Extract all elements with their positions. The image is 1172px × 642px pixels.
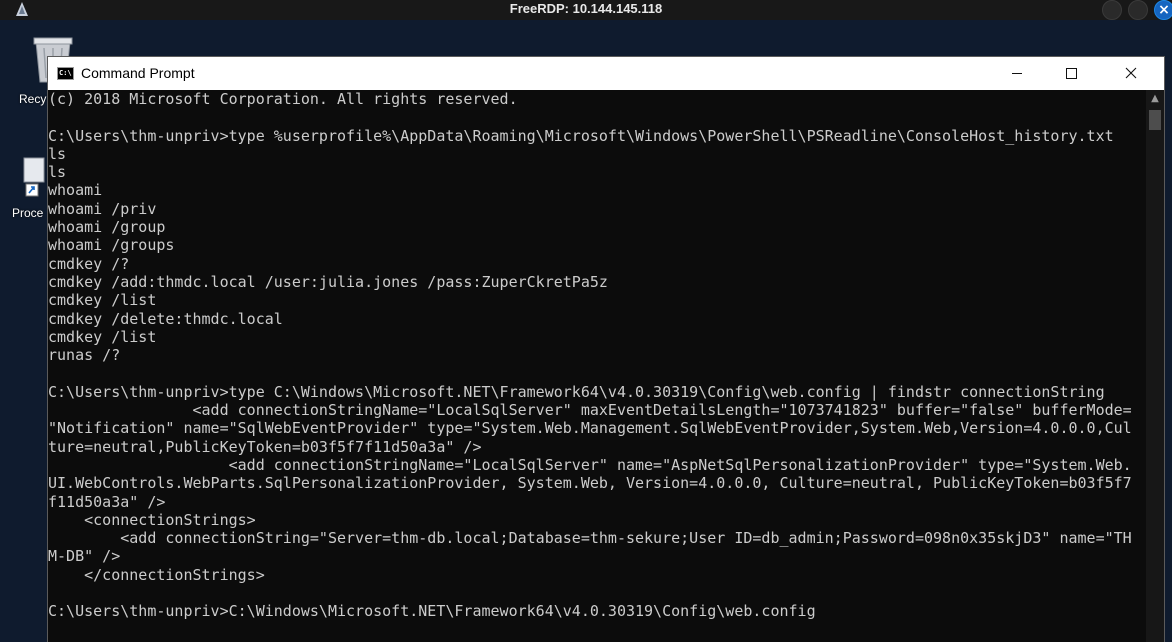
console-line: cmdkey /add:thmdc.local /user:julia.jone… xyxy=(48,272,608,291)
console-line: </connectionStrings> xyxy=(48,565,265,584)
console-line: cmdkey /list xyxy=(48,327,157,346)
minimize-button[interactable] xyxy=(994,57,1040,90)
minimize-icon xyxy=(1012,73,1022,74)
console-line: C:\Users\thm-unpriv>C:\Windows\Microsoft… xyxy=(48,602,816,621)
console-line: <add connectionStringName="LocalSqlServe… xyxy=(48,455,1132,474)
console-line: C:\Users\thm-unpriv>type %userprofile%\A… xyxy=(48,126,1114,145)
close-icon xyxy=(1125,67,1137,79)
rdp-minimize-button[interactable] xyxy=(1102,0,1122,20)
console-line: ls xyxy=(48,163,67,182)
window-titlebar[interactable]: C:\ Command Prompt xyxy=(48,57,1164,90)
rdp-maximize-button[interactable] xyxy=(1128,0,1148,20)
console-line: whoami /priv xyxy=(48,199,157,218)
cmd-app-icon: C:\ xyxy=(57,67,74,80)
console-line: cmdkey /delete:thmdc.local xyxy=(48,309,283,328)
console-line: cmdkey /? xyxy=(48,254,130,273)
rdp-title: FreeRDP: 10.144.145.118 xyxy=(509,1,663,16)
console-line: ls xyxy=(48,144,67,163)
console-line: (c) 2018 Microsoft Corporation. All righ… xyxy=(48,90,518,108)
console-line: whoami xyxy=(48,181,103,200)
shortcut-label: Proce xyxy=(12,206,44,220)
maximize-icon xyxy=(1066,68,1077,79)
console-line: <add connectionString="Server=thm-db.loc… xyxy=(48,529,1132,548)
command-prompt-window[interactable]: C:\ Command Prompt (c) 2018 Microsoft Co… xyxy=(47,56,1165,642)
console-line: C:\Users\thm-unpriv>type C:\Windows\Micr… xyxy=(48,382,1105,401)
vertical-scrollbar[interactable]: ▲ xyxy=(1146,90,1164,642)
console-line: UI.WebControls.WebParts.SqlPersonalizati… xyxy=(48,474,1132,493)
recycle-bin-label: Recy xyxy=(19,92,47,106)
console-line: cmdkey /list xyxy=(48,291,157,310)
console-line: <add connectionStringName="LocalSqlServe… xyxy=(48,401,1132,420)
rdp-close-button[interactable]: × xyxy=(1154,0,1172,20)
console-line: whoami /groups xyxy=(48,236,175,255)
scrollbar-thumb[interactable] xyxy=(1149,110,1161,130)
console-output[interactable]: (c) 2018 Microsoft Corporation. All righ… xyxy=(48,90,1146,642)
close-icon: × xyxy=(1158,2,1170,18)
maximize-button[interactable] xyxy=(1048,57,1094,90)
console-line: M-DB" /> xyxy=(48,547,121,566)
console-line: ture=neutral,PublicKeyToken=b03f5f7f11d5… xyxy=(48,437,482,456)
console-line: f11d50a3a" /> xyxy=(48,492,166,511)
console-line: runas /? xyxy=(48,346,121,365)
window-title: Command Prompt xyxy=(81,65,195,81)
console-line: <connectionStrings> xyxy=(48,510,256,529)
console-line: "Notification" name="SqlWebEventProvider… xyxy=(48,419,1132,438)
shortcut-icon[interactable] xyxy=(22,156,48,198)
scroll-up-icon[interactable]: ▲ xyxy=(1146,90,1164,108)
close-button[interactable] xyxy=(1108,57,1154,90)
console-line: whoami /group xyxy=(48,218,166,237)
rdp-titlebar: FreeRDP: 10.144.145.118 × xyxy=(0,0,1172,20)
